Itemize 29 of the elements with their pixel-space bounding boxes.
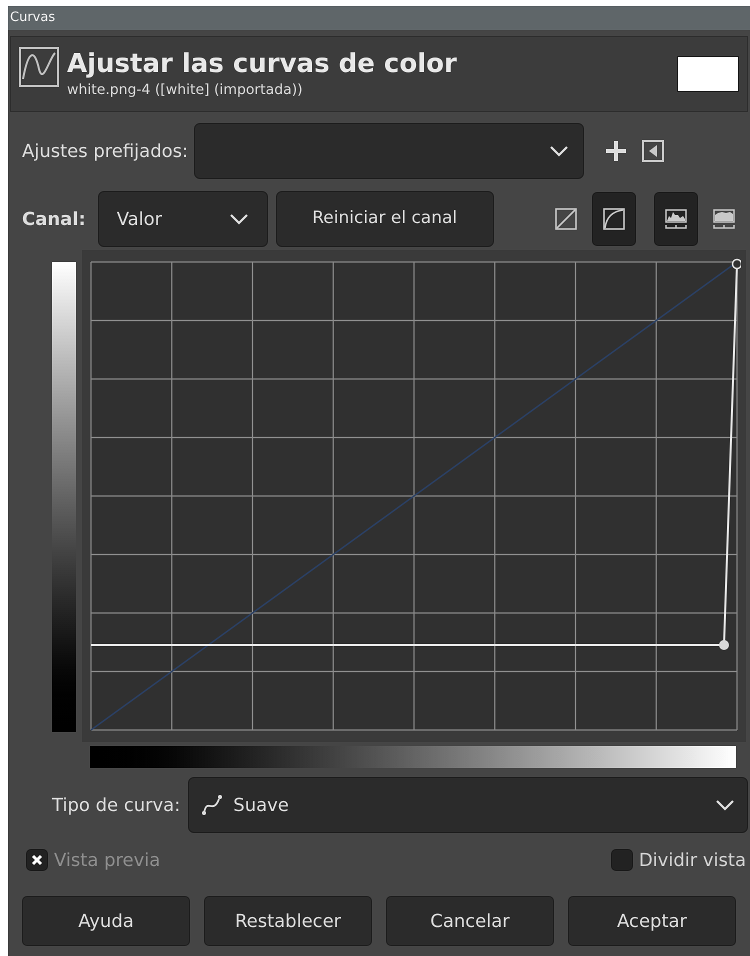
checkbox-option[interactable]: Dividir vista <box>610 846 746 874</box>
window-title: Curvas <box>10 9 56 28</box>
curve-type-dropdown[interactable]: Suave <box>188 777 748 833</box>
dialog-button[interactable]: Aceptar <box>568 896 736 946</box>
reset-channel-button[interactable]: Reiniciar el canal <box>276 191 494 247</box>
dialog-button[interactable]: Cancelar <box>386 896 554 946</box>
smooth-curve-icon <box>603 208 625 230</box>
check-mark-icon <box>31 854 43 866</box>
toggle-button[interactable] <box>592 192 636 246</box>
log-histogram-icon <box>713 209 735 229</box>
dialog-button[interactable]: Restablecer <box>204 896 372 946</box>
image-name: white.png-4 ([white] (importada)) <box>67 80 304 100</box>
chevron-down-icon <box>549 145 570 157</box>
dialog-title: Ajustar las curvas de color <box>67 48 458 80</box>
curve-icon <box>19 47 59 87</box>
curve-type-label: Tipo de curva: <box>52 794 180 818</box>
toggle-button[interactable] <box>654 192 698 246</box>
dialog-button[interactable]: Ayuda <box>22 896 190 946</box>
color-swatch <box>677 56 739 92</box>
menu-icon[interactable] <box>642 140 664 162</box>
presets-label: Ajustes prefijados: <box>22 140 188 164</box>
chevron-down-icon <box>715 799 735 811</box>
add-icon[interactable] <box>604 139 628 163</box>
chevron-down-icon <box>228 213 249 225</box>
linear-histogram-icon <box>665 209 687 229</box>
channel-dropdown[interactable]: Valor <box>98 191 268 247</box>
checkbox[interactable] <box>610 849 633 871</box>
channel-label: Canal: <box>22 208 86 232</box>
linear-curve-icon <box>555 208 577 230</box>
